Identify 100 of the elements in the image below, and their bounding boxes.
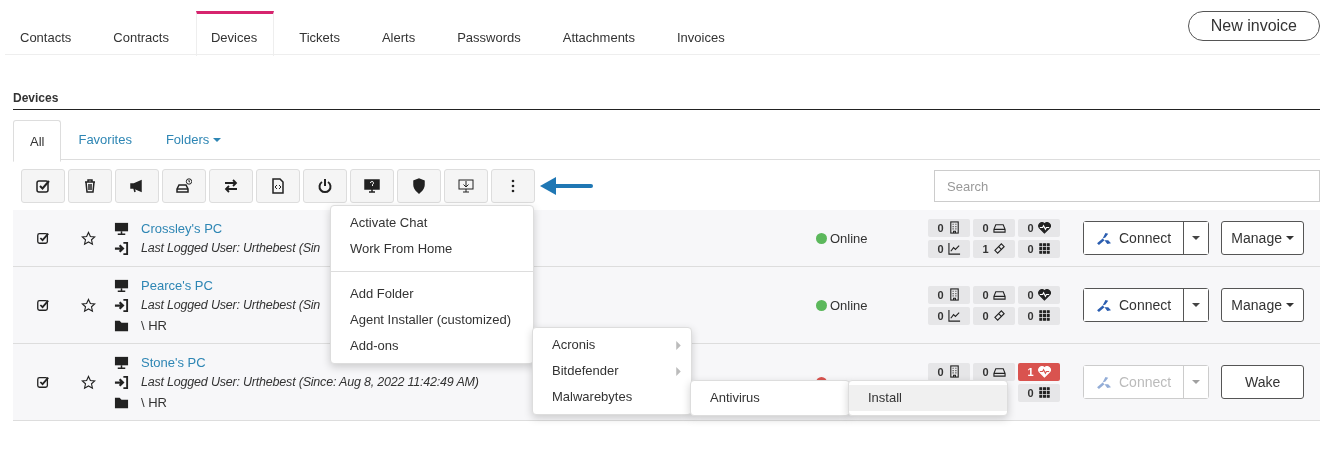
tab[interactable]: Contacts <box>5 11 89 56</box>
device-link[interactable]: Stone's PC <box>141 354 206 370</box>
menu-item[interactable]: Install <box>849 385 1007 411</box>
arrow-icon <box>539 176 593 196</box>
checkbox-icon[interactable] <box>36 231 50 245</box>
counter-badge: 0 <box>973 306 1015 325</box>
counter-badge: 0 <box>928 306 970 325</box>
monitor-icon <box>114 354 129 370</box>
section-title: Devices <box>13 91 1320 110</box>
connect-dropdown-button[interactable] <box>1184 289 1209 321</box>
counter-badge: 0 <box>928 285 970 304</box>
monitor-download-icon <box>458 178 474 194</box>
star-icon[interactable] <box>81 297 96 313</box>
tab[interactable]: Tickets <box>284 11 357 56</box>
counter-badge: 0 <box>928 362 970 381</box>
checkbox-icon[interactable] <box>36 375 50 389</box>
tab[interactable]: Devices <box>195 11 275 56</box>
caret-icon <box>1285 236 1294 240</box>
toolbar-button[interactable] <box>303 169 347 203</box>
shield-icon <box>411 178 427 194</box>
counter-badge: 0 <box>1018 383 1060 402</box>
sign-in-icon <box>114 240 129 256</box>
menu-item[interactable]: Bitdefender <box>533 358 691 384</box>
menu-item[interactable]: Antivirus <box>691 385 849 411</box>
drive-icon <box>992 365 1006 378</box>
trash-icon <box>82 178 98 194</box>
line-chart-icon <box>947 242 961 255</box>
bandage-icon <box>992 309 1006 322</box>
counter-badge: 0 <box>928 218 970 237</box>
monitor-question-icon <box>364 178 380 194</box>
caret-icon <box>1285 303 1294 307</box>
menu-item[interactable]: Add-ons <box>331 333 533 359</box>
action-button[interactable]: Wake <box>1221 365 1305 399</box>
menu-item[interactable]: Agent Installer (customized) <box>331 307 533 333</box>
folder-text: \ HR <box>141 394 167 410</box>
bandage-icon <box>992 242 1006 255</box>
counter-badge: 0 <box>1018 306 1060 325</box>
status-text: Online <box>830 297 868 313</box>
toolbar-button[interactable] <box>397 169 441 203</box>
drive-icon <box>992 288 1006 301</box>
megaphone-icon <box>129 178 145 194</box>
menu-item[interactable]: Acronis <box>533 332 691 358</box>
last-user-text: Last Logged User: Urthebest (Sin <box>141 241 321 255</box>
subtab[interactable]: Favorites <box>61 120 149 159</box>
counter-badge: 0 <box>1018 218 1060 237</box>
star-icon[interactable] <box>81 230 96 246</box>
last-user-text: Last Logged User: Urthebest (Sin <box>141 298 321 312</box>
toolbar-button[interactable] <box>68 169 112 203</box>
caret-icon <box>1192 303 1201 307</box>
toolbar-button[interactable] <box>350 169 394 203</box>
tab[interactable]: Passwords <box>442 11 538 56</box>
checkbox-icon[interactable] <box>36 298 50 312</box>
star-icon[interactable] <box>81 374 96 390</box>
plug-icon <box>1096 231 1113 245</box>
building-icon <box>947 221 961 234</box>
menu-item[interactable]: Malwarebytes <box>533 384 691 410</box>
action-button[interactable]: Manage <box>1221 288 1305 322</box>
action-button[interactable]: Manage <box>1221 221 1305 255</box>
new-invoice-button[interactable]: New invoice <box>1187 11 1320 41</box>
counter-badge: 0 <box>973 218 1015 237</box>
search-field[interactable]: Search <box>934 170 1320 202</box>
toolbar-button[interactable] <box>21 169 65 203</box>
caret-icon <box>213 137 222 142</box>
counter-badge: 1 <box>1018 362 1060 381</box>
connect-button[interactable]: Connect <box>1084 289 1185 321</box>
power-icon <box>317 178 333 194</box>
device-link[interactable]: Crossley's PC <box>141 220 223 236</box>
grid-icon <box>1037 242 1051 255</box>
connect-dropdown-button[interactable] <box>1184 222 1209 254</box>
tab[interactable]: Alerts <box>366 11 433 56</box>
sign-in-icon <box>114 297 129 313</box>
plug-icon <box>1096 375 1113 389</box>
menu-item[interactable]: Add Folder <box>331 281 533 307</box>
connect-button[interactable]: Connect <box>1084 222 1185 254</box>
monitor-icon <box>114 220 129 236</box>
tab[interactable]: Attachments <box>547 11 652 56</box>
counter-badge: 0 <box>928 239 970 258</box>
toolbar-button[interactable] <box>256 169 300 203</box>
code-file-icon <box>270 178 286 194</box>
plug-icon <box>1096 298 1113 312</box>
heart-pulse-icon <box>1037 365 1051 378</box>
toolbar-button[interactable] <box>115 169 159 203</box>
subtab[interactable]: All <box>13 120 62 162</box>
line-chart-icon <box>947 309 961 322</box>
menu-item[interactable]: Work From Home <box>331 236 533 262</box>
status-text: Online <box>830 230 868 246</box>
tab[interactable]: Contracts <box>98 11 186 56</box>
swap-arrows-icon <box>223 178 239 194</box>
toolbar-button[interactable] <box>209 169 253 203</box>
device-link[interactable]: Pearce's PC <box>141 277 213 293</box>
grid-icon <box>1037 309 1051 322</box>
tab[interactable]: Invoices <box>662 11 742 56</box>
menu-item[interactable]: Activate Chat <box>331 210 533 236</box>
grid-icon <box>1037 386 1051 399</box>
counter-badge: 0 <box>1018 285 1060 304</box>
counter-badge: 0 <box>973 362 1015 381</box>
toolbar-button[interactable] <box>162 169 206 203</box>
building-icon <box>947 288 961 301</box>
subtab[interactable]: Folders <box>148 120 239 159</box>
monitor-icon <box>114 277 129 293</box>
